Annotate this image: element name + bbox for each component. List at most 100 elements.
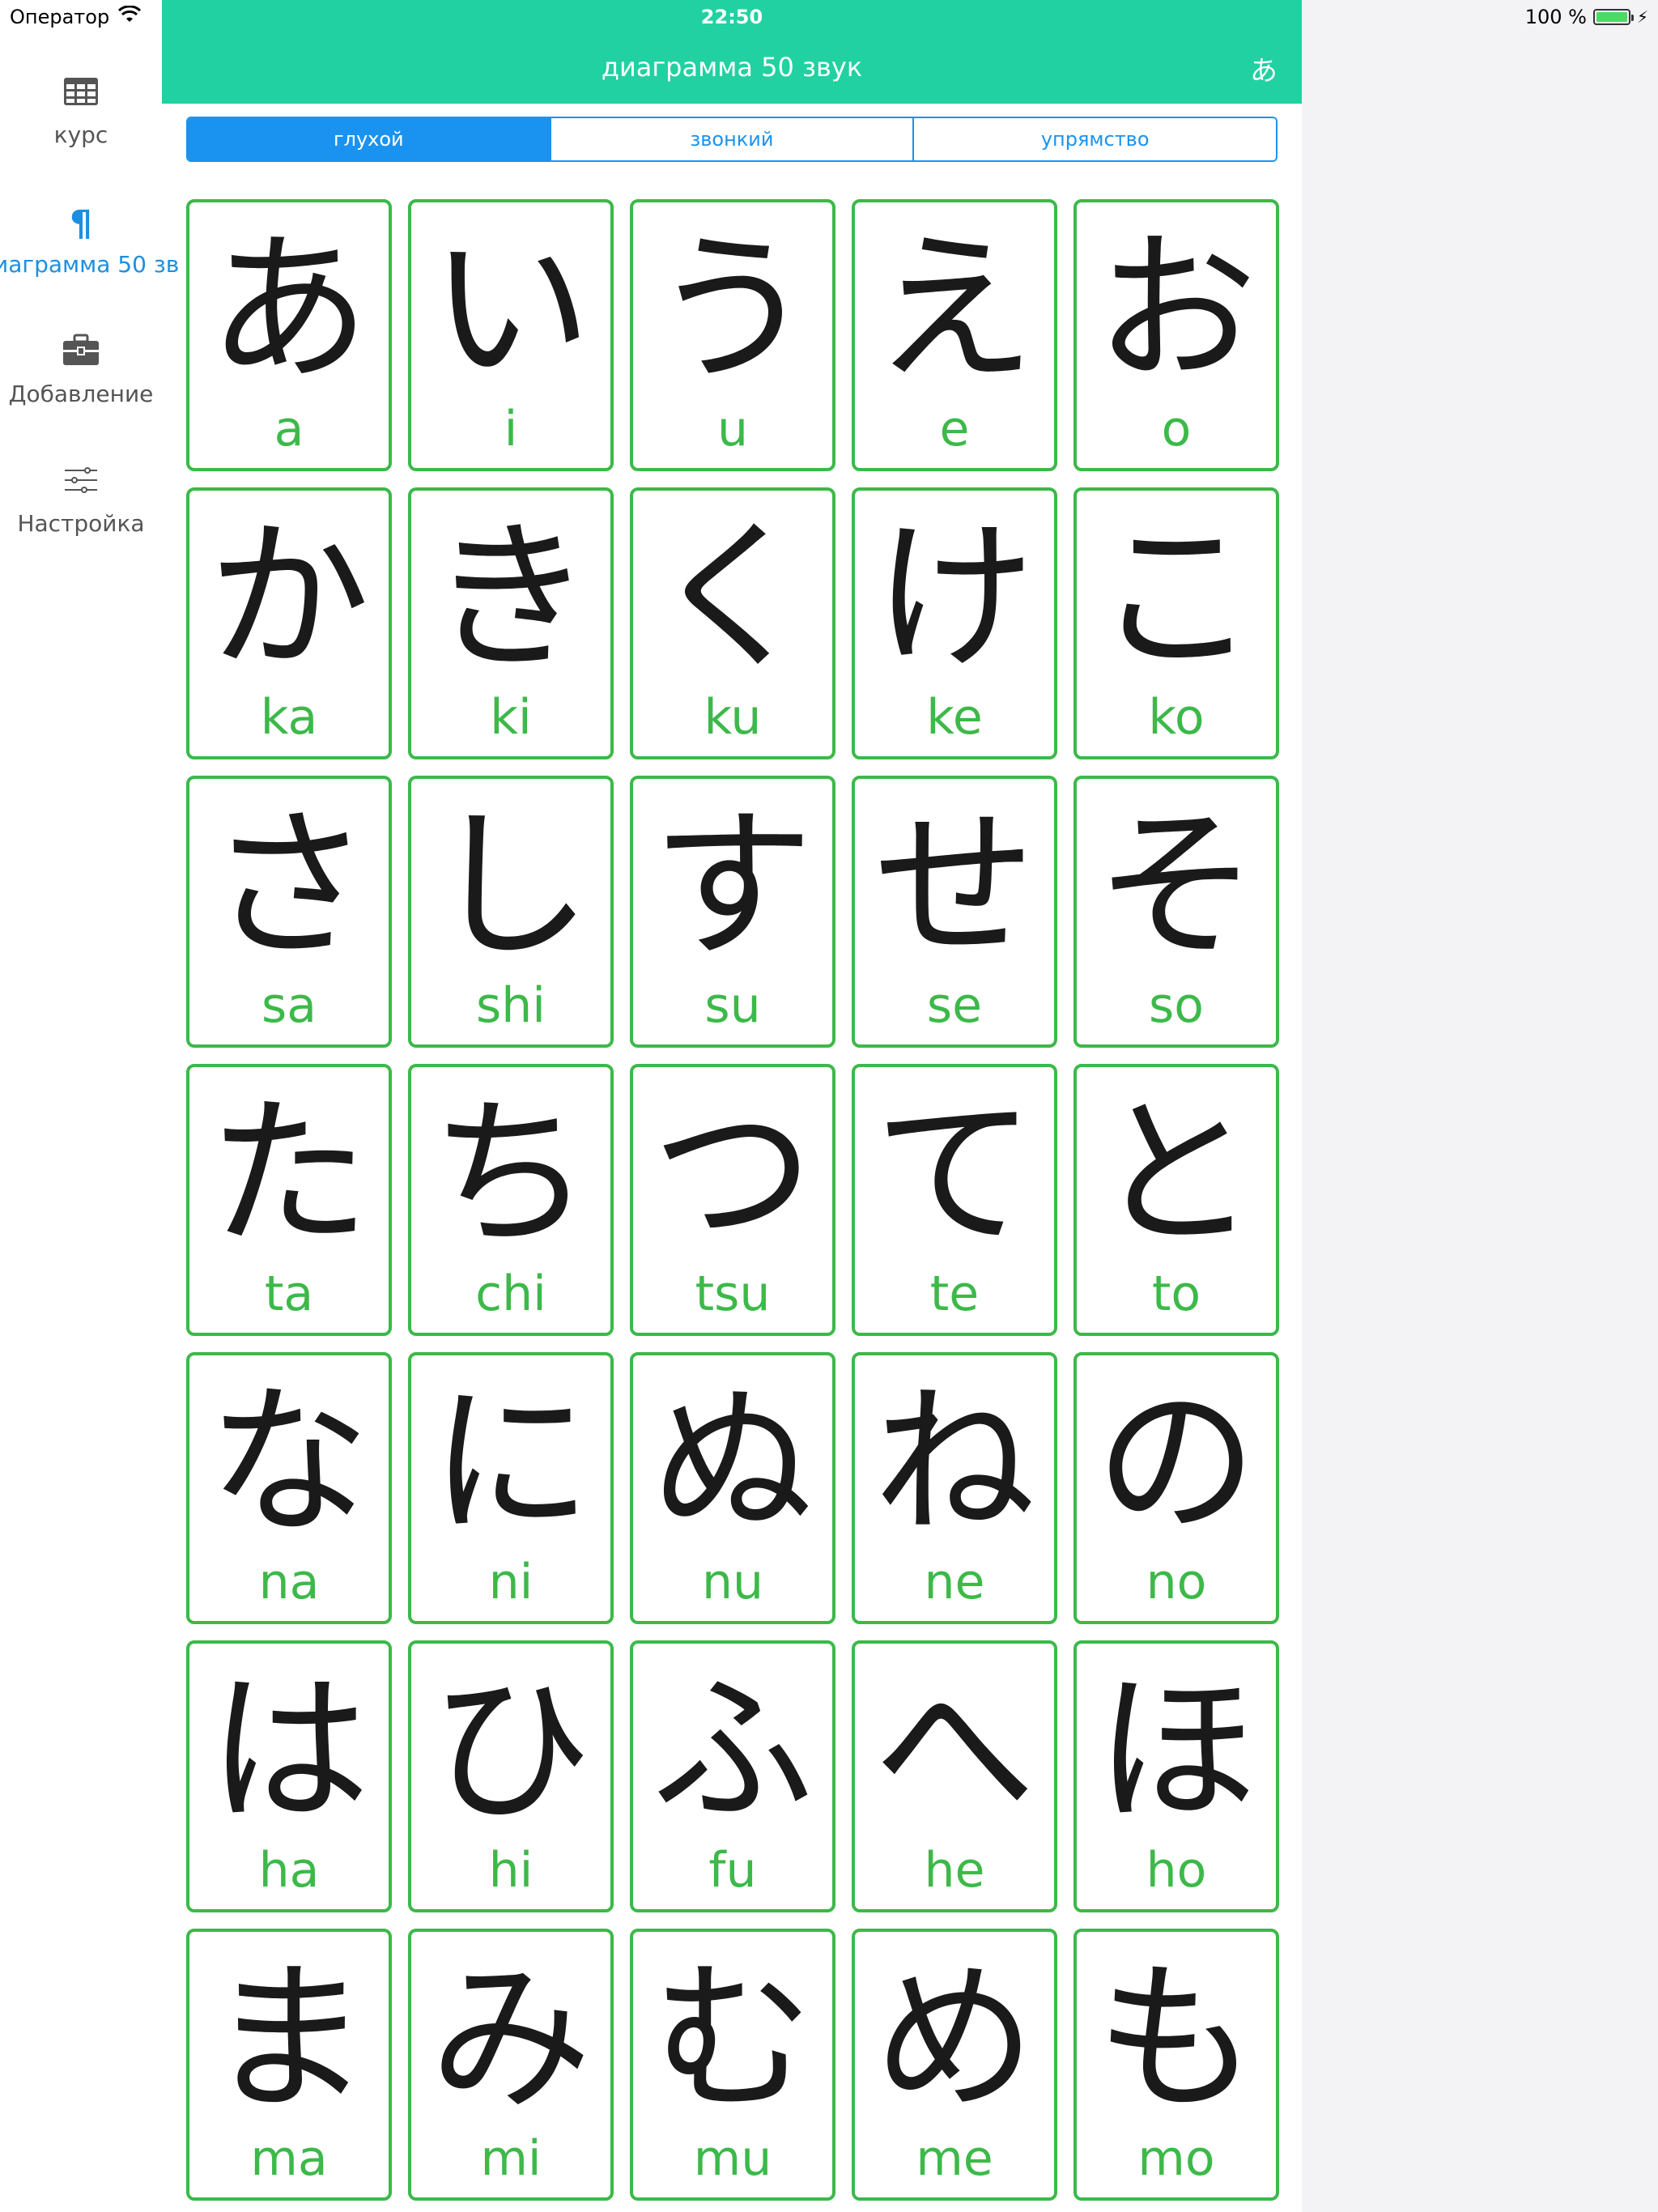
romaji-label: so — [1149, 977, 1204, 1034]
kana-card[interactable]: そ so — [1073, 776, 1279, 1048]
kana-card[interactable]: す su — [630, 776, 835, 1048]
kana-card[interactable]: ほ ho — [1073, 1640, 1279, 1912]
segment-voiced[interactable]: звонкий — [549, 118, 913, 160]
romaji-label: ni — [488, 1554, 534, 1610]
briefcase-icon — [0, 334, 162, 374]
kana-card[interactable]: ぬ nu — [630, 1352, 835, 1624]
kana-character: し — [429, 792, 592, 981]
sidebar-label-settings: Настройка — [17, 510, 145, 537]
carrier-label: Оператор — [10, 6, 110, 28]
kana-card[interactable]: み mi — [408, 1929, 614, 2201]
romaji-label: e — [939, 401, 970, 457]
kana-character: の — [1095, 1368, 1257, 1557]
status-bar-left: Оператор — [10, 5, 142, 29]
kana-grid: あ a い i う u え e お o か ka き ki く ku け ke こ ko さ sa し shi す su せ se そ s… — [186, 199, 1279, 2201]
romaji-label: ke — [926, 689, 983, 746]
kana-card[interactable]: ま ma — [186, 1929, 392, 2201]
kana-card[interactable]: ね ne — [852, 1352, 1057, 1624]
kana-character: か — [207, 504, 370, 692]
kana-character: え — [873, 215, 1035, 404]
romaji-label: fu — [708, 1842, 757, 1899]
kana-character: う — [651, 215, 814, 404]
kana-character: な — [207, 1368, 370, 1557]
kana-character: け — [873, 504, 1035, 692]
romaji-label: ho — [1146, 1842, 1207, 1899]
kana-character: は — [207, 1657, 370, 1845]
kana-card[interactable]: へ he — [852, 1640, 1057, 1912]
kana-character: み — [429, 1945, 592, 2133]
kana-card[interactable]: あa — [186, 199, 392, 471]
pilcrow-icon: ¶ — [70, 203, 92, 245]
kana-card[interactable]: き ki — [408, 487, 614, 759]
kana-character: も — [1095, 1945, 1257, 2133]
romaji-label: u — [716, 401, 749, 457]
table-icon — [0, 74, 162, 115]
romaji-label: to — [1151, 1266, 1201, 1322]
wifi-icon — [117, 5, 142, 28]
segment-exercise[interactable]: упрямство — [912, 118, 1276, 160]
kana-card[interactable]: に ni — [408, 1352, 614, 1624]
kana-character: と — [1095, 1080, 1257, 1269]
kana-card[interactable]: も mo — [1073, 1929, 1279, 2201]
kana-character: ま — [207, 1945, 370, 2133]
kana-card[interactable]: な na — [186, 1352, 392, 1624]
kana-card[interactable]: つ tsu — [630, 1064, 835, 1336]
romaji-label: ka — [260, 689, 318, 746]
kana-character: ね — [873, 1368, 1035, 1557]
kana-toggle-button[interactable]: あ — [1250, 49, 1278, 88]
kana-character: つ — [651, 1080, 814, 1269]
kana-card[interactable]: め me — [852, 1929, 1057, 2201]
romaji-label: mu — [693, 2130, 772, 2187]
kana-card[interactable]: く ku — [630, 487, 835, 759]
romaji-label: ku — [704, 689, 762, 746]
romaji-label: shi — [476, 977, 546, 1034]
kana-card[interactable]: こ ko — [1073, 487, 1279, 759]
kana-character: あ — [207, 215, 370, 404]
kana-character: さ — [207, 792, 370, 981]
detail-panel — [1302, 0, 1658, 2212]
romaji-label: te — [929, 1266, 980, 1322]
sidebar-label-course: курс — [53, 121, 108, 148]
kana-card[interactable]: の no — [1073, 1352, 1279, 1624]
kana-character: む — [651, 1945, 814, 2133]
kana-card[interactable]: ひ hi — [408, 1640, 614, 1912]
kana-card[interactable]: いi — [408, 199, 614, 471]
romaji-label: ko — [1148, 689, 1205, 746]
kana-card[interactable]: け ke — [852, 487, 1057, 759]
kana-card[interactable]: おo — [1073, 199, 1279, 471]
sidebar-item-add[interactable]: Добавление — [0, 334, 162, 407]
kana-card[interactable]: ち chi — [408, 1064, 614, 1336]
kana-card[interactable]: と to — [1073, 1064, 1279, 1336]
kana-card[interactable]: は ha — [186, 1640, 392, 1912]
kana-card[interactable]: ふ fu — [630, 1640, 835, 1912]
sidebar-item-chart[interactable]: ¶ иаграмма 50 зв — [0, 203, 179, 279]
kana-card[interactable]: た ta — [186, 1064, 392, 1336]
battery-percent: 100 % — [1524, 6, 1587, 28]
sidebar-item-course[interactable]: курс — [0, 74, 162, 148]
kana-character: き — [429, 504, 592, 692]
romaji-label: sa — [261, 977, 317, 1034]
sidebar-label-add: Добавление — [8, 381, 154, 407]
romaji-label: su — [704, 977, 761, 1034]
kana-card[interactable]: て te — [852, 1064, 1057, 1336]
page-title: диаграмма 50 звук — [601, 52, 863, 83]
kana-card[interactable]: む mu — [630, 1929, 835, 2201]
kana-character: ぬ — [651, 1368, 814, 1557]
sidebar-item-settings[interactable]: Настройка — [0, 463, 162, 537]
kana-card[interactable]: せ se — [852, 776, 1057, 1048]
charging-bolt-icon: ⚡ — [1636, 7, 1648, 27]
kana-card[interactable]: さ sa — [186, 776, 392, 1048]
kana-card[interactable]: うu — [630, 199, 835, 471]
kana-card[interactable]: し shi — [408, 776, 614, 1048]
kana-card[interactable]: か ka — [186, 487, 392, 759]
segment-voiceless[interactable]: глухой — [188, 118, 550, 160]
romaji-label: he — [924, 1842, 985, 1899]
kana-character: ふ — [651, 1657, 814, 1845]
kana-character: ち — [429, 1080, 592, 1269]
kana-card[interactable]: えe — [852, 199, 1057, 471]
romaji-label: ne — [924, 1554, 985, 1610]
romaji-label: i — [504, 401, 518, 457]
romaji-label: me — [916, 2130, 993, 2187]
romaji-label: se — [926, 977, 983, 1034]
kana-character: た — [207, 1080, 370, 1269]
